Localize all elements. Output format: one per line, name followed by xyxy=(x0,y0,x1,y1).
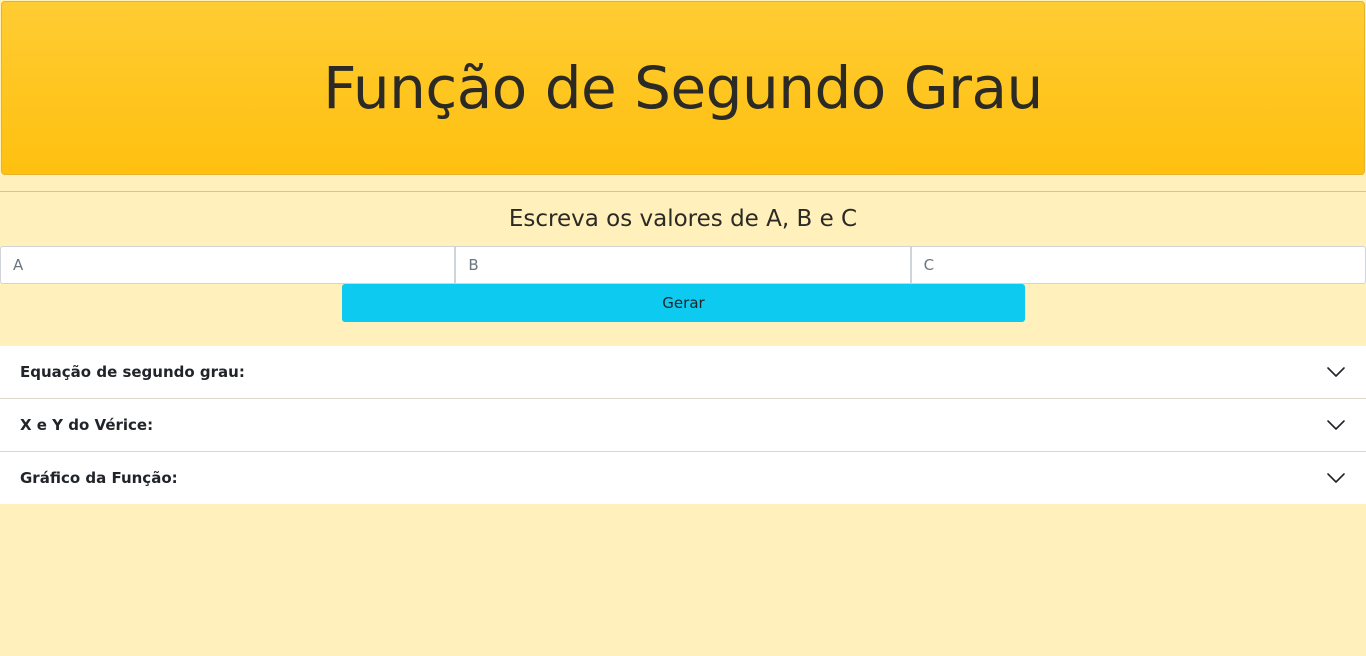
divider xyxy=(0,191,1366,192)
chevron-down-icon xyxy=(1327,367,1345,377)
results-accordion: Equação de segundo grau: X e Y do Vérice… xyxy=(0,346,1366,504)
chevron-down-icon xyxy=(1327,420,1345,430)
accordion-item-equacao[interactable]: Equação de segundo grau: xyxy=(0,346,1366,399)
gerar-button[interactable]: Gerar xyxy=(342,284,1025,322)
input-b[interactable] xyxy=(455,246,911,284)
accordion-label: X e Y do Vérice: xyxy=(20,416,154,434)
chevron-down-icon xyxy=(1327,473,1345,483)
coefficient-input-group xyxy=(0,246,1366,284)
accordion-label: Gráfico da Função: xyxy=(20,469,178,487)
form-subtitle: Escreva os valores de A, B e C xyxy=(508,206,858,232)
input-a[interactable] xyxy=(0,246,456,284)
accordion-label: Equação de segundo grau: xyxy=(20,363,245,381)
accordion-item-grafico[interactable]: Gráfico da Função: xyxy=(0,452,1366,504)
input-c[interactable] xyxy=(910,246,1366,284)
page-title: Função de Segundo Grau xyxy=(323,54,1043,122)
page-header: Função de Segundo Grau xyxy=(1,1,1365,175)
accordion-item-vertice[interactable]: X e Y do Vérice: xyxy=(0,399,1366,452)
